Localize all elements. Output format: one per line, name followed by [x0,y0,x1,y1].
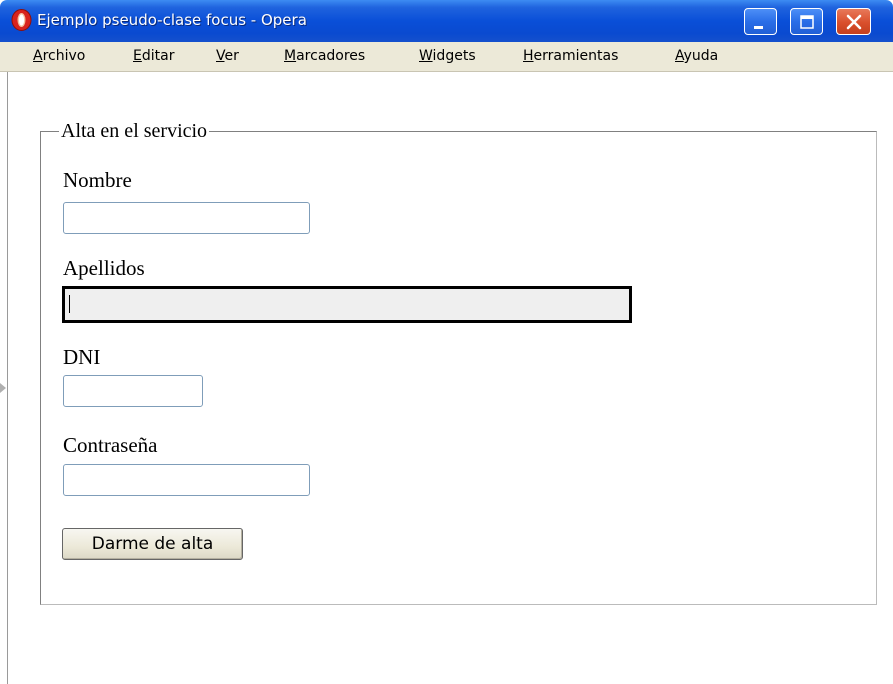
nombre-input[interactable] [63,202,310,234]
menu-editar[interactable]: Editar [133,48,174,64]
fieldset-legend: Alta en el servicio [61,120,208,142]
menu-bar: Archivo Editar Ver Marcadores Widgets He… [0,42,893,72]
contrasena-label: Contraseña [63,433,158,457]
close-icon [846,14,862,30]
maximize-button[interactable] [790,8,823,35]
menu-herramientas[interactable]: Herramientas [523,48,618,64]
submit-label: Darme de alta [91,534,214,554]
text-caret [69,295,70,313]
submit-button[interactable]: Darme de alta [62,528,243,560]
title-bar[interactable]: Ejemplo pseudo-clase focus - Opera [0,0,893,42]
panel-toggle-icon[interactable] [0,383,6,393]
nombre-label: Nombre [63,168,132,192]
contrasena-input[interactable] [63,464,310,496]
opera-icon [11,9,32,31]
minimize-button[interactable] [744,8,777,35]
minimize-icon [754,26,763,29]
page-frame-edge [7,72,8,684]
dni-label: DNI [63,345,101,369]
apellidos-label: Apellidos [63,256,145,280]
window-title: Ejemplo pseudo-clase focus - Opera [37,11,307,29]
menu-widgets[interactable]: Widgets [419,48,476,64]
maximize-icon [800,15,814,29]
menu-ver[interactable]: Ver [216,48,239,64]
dni-input[interactable] [63,375,203,407]
menu-ayuda[interactable]: Ayuda [675,48,718,64]
menu-marcadores[interactable]: Marcadores [284,48,365,64]
close-button[interactable] [836,8,871,35]
menu-archivo[interactable]: Archivo [33,48,85,64]
apellidos-input[interactable] [62,286,632,323]
